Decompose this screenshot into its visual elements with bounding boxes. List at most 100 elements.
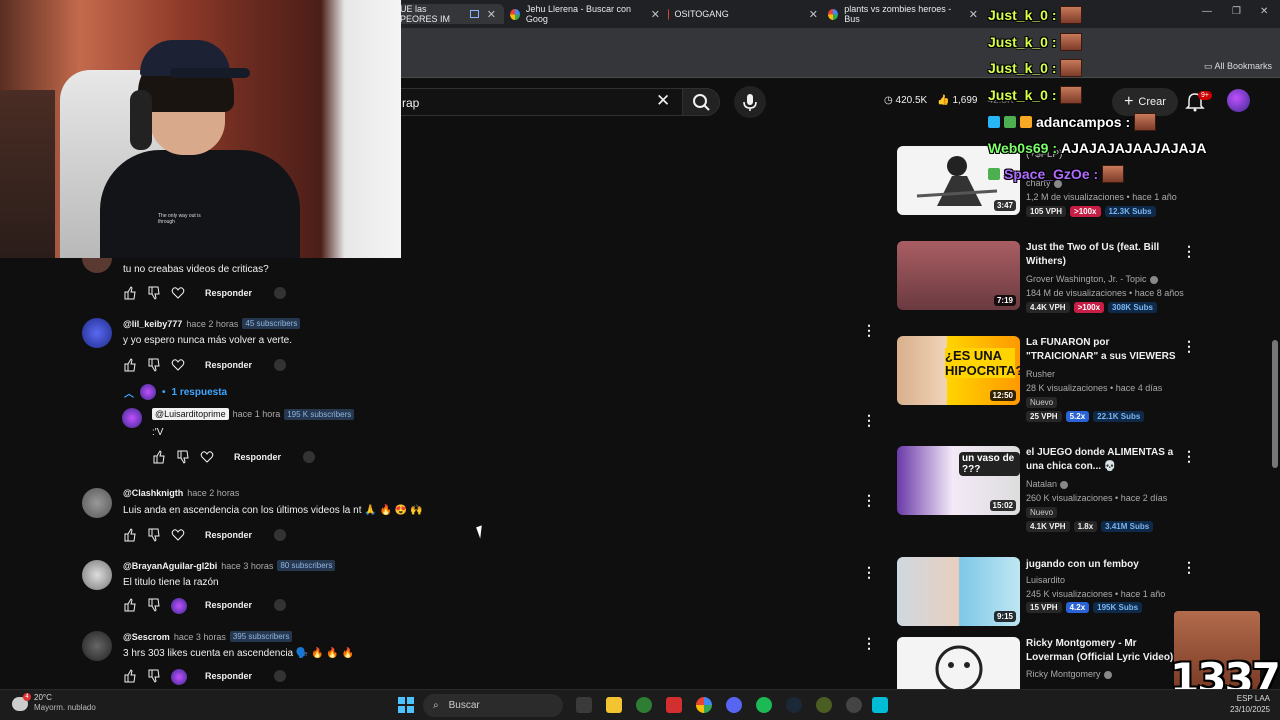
extension-icon[interactable]	[274, 287, 287, 299]
close-window-icon[interactable]: ✕	[1260, 6, 1268, 17]
video-thumbnail[interactable]: 7:19	[897, 241, 1020, 310]
maximize-icon[interactable]: ❐	[1232, 6, 1241, 17]
like-icon[interactable]	[123, 598, 147, 612]
reply-button[interactable]: Responder	[205, 671, 252, 681]
related-video[interactable]: 3:47 (+$FLP) charty 1,2 M de visualizaci…	[896, 146, 1196, 221]
tab-ositogang[interactable]: OSITOGANG ✕	[668, 4, 818, 24]
windows-start-icon[interactable]	[398, 697, 414, 713]
tab-google[interactable]: Jehu Llerena - Buscar con Goog ✕	[510, 4, 660, 24]
video-thumbnail[interactable]: un vaso de ??? 15:02	[897, 446, 1020, 515]
minimize-icon[interactable]: —	[1202, 6, 1212, 17]
spotify-icon[interactable]	[756, 697, 772, 713]
video-thumbnail[interactable]	[897, 637, 1020, 689]
system-tray[interactable]: ESP LAA 23/10/2025	[1230, 693, 1270, 715]
comment-author[interactable]: @BrayanAguilar-gl2bi	[123, 561, 217, 571]
video-channel[interactable]: Luisardito	[1026, 575, 1065, 585]
video-title[interactable]: Ricky Montgomery - Mr Loverman (Official…	[1026, 637, 1176, 665]
related-video[interactable]: Ricky Montgomery - Mr Loverman (Official…	[896, 637, 1196, 689]
dislike-icon[interactable]	[176, 450, 200, 464]
related-video[interactable]: un vaso de ??? 15:02 el JUEGO donde ALIM…	[896, 446, 1196, 532]
app-icon[interactable]	[872, 697, 888, 713]
video-channel[interactable]: Grover Washington, Jr. - Topic	[1026, 274, 1158, 284]
tab-plants[interactable]: plants vs zombies heroes - Bus ✕	[828, 4, 978, 24]
weather-widget[interactable]: 4 20°C Mayorm. nublado	[12, 693, 96, 713]
comment-menu-icon[interactable]: ⋮	[862, 322, 876, 339]
steam-icon[interactable]	[786, 697, 802, 713]
video-channel[interactable]: Ricky Montgomery	[1026, 669, 1112, 679]
video-thumbnail[interactable]: 9:15	[897, 557, 1020, 626]
extension-icon[interactable]	[303, 451, 316, 463]
file-explorer-icon[interactable]	[606, 697, 622, 713]
reply-button[interactable]: Responder	[205, 530, 252, 540]
taskbar-search[interactable]: ⌕ Buscar	[423, 694, 563, 717]
like-icon[interactable]	[123, 528, 147, 542]
video-menu-icon[interactable]: ⋮	[1182, 338, 1196, 355]
comment-menu-icon[interactable]: ⋮	[862, 412, 876, 429]
video-title[interactable]: La FUNARON por "TRAICIONAR" a sus VIEWER…	[1026, 336, 1176, 364]
close-tab-icon[interactable]: ✕	[487, 8, 496, 21]
comment-author[interactable]: @lil_keiby777	[123, 319, 182, 329]
related-video[interactable]: 9:15 jugando con un femboy Luisardito 24…	[896, 557, 1196, 632]
related-video[interactable]: ¿ES UNA HIPOCRITA? 12:50 La FUNARON por …	[896, 336, 1196, 422]
comment-menu-icon[interactable]: ⋮	[862, 492, 876, 509]
video-thumbnail[interactable]: ¿ES UNA HIPOCRITA? 12:50	[897, 336, 1020, 405]
clear-search-icon[interactable]: ✕	[656, 91, 670, 111]
account-avatar[interactable]	[1227, 89, 1250, 112]
extension-icon[interactable]	[274, 359, 287, 371]
task-view-icon[interactable]	[576, 697, 592, 713]
extension-icon[interactable]	[274, 599, 287, 611]
dislike-icon[interactable]	[147, 528, 171, 542]
video-title[interactable]: el JUEGO donde ALIMENTAS a una chica con…	[1026, 446, 1176, 474]
close-tab-icon[interactable]: ✕	[809, 8, 818, 21]
video-title[interactable]: Just the Two of Us (feat. Bill Withers)	[1026, 241, 1176, 269]
search-button[interactable]	[682, 88, 720, 116]
dislike-icon[interactable]	[147, 286, 171, 300]
heart-icon[interactable]	[200, 450, 224, 464]
dislike-icon[interactable]	[147, 669, 171, 683]
video-channel[interactable]: Natalan	[1026, 479, 1069, 489]
video-menu-icon[interactable]: ⋮	[1182, 559, 1196, 576]
comment-author[interactable]: @Sescrom	[123, 632, 170, 642]
dislike-icon[interactable]	[147, 358, 171, 372]
video-menu-icon[interactable]: ⋮	[1182, 448, 1196, 465]
reply-button[interactable]: Responder	[234, 452, 281, 462]
like-icon[interactable]	[152, 450, 176, 464]
video-channel[interactable]: Rusher	[1026, 369, 1055, 379]
close-tab-icon[interactable]: ✕	[969, 8, 978, 21]
heart-icon[interactable]	[171, 528, 195, 542]
like-icon[interactable]	[123, 358, 147, 372]
comment-author[interactable]: @Luisarditoprime	[152, 408, 229, 420]
app-icon[interactable]	[816, 697, 832, 713]
discord-icon[interactable]	[726, 697, 742, 713]
heart-icon[interactable]	[171, 358, 195, 372]
extension-icon[interactable]	[274, 529, 287, 541]
dislike-icon[interactable]	[147, 598, 171, 612]
like-icon[interactable]	[123, 286, 147, 300]
chrome-icon[interactable]	[696, 697, 712, 713]
comment-menu-icon[interactable]: ⋮	[862, 564, 876, 581]
app-icon[interactable]	[846, 697, 862, 713]
subs-tag: 12.3K Subs	[1104, 206, 1156, 217]
video-title[interactable]: jugando con un femboy	[1026, 558, 1176, 572]
comment-menu-icon[interactable]: ⋮	[862, 635, 876, 652]
close-tab-icon[interactable]: ✕	[651, 8, 660, 21]
reply-button[interactable]: Responder	[205, 360, 252, 370]
voice-search-button[interactable]	[734, 86, 766, 118]
create-button[interactable]: + Crear	[1112, 88, 1178, 116]
comment-author[interactable]: @Clashknigth	[123, 488, 183, 498]
reply-button[interactable]: Responder	[205, 288, 252, 298]
heart-icon[interactable]	[171, 286, 195, 300]
ratio-tag: 4.2x	[1065, 602, 1090, 613]
reply-button[interactable]: Responder	[205, 600, 252, 610]
replies-toggle[interactable]: ︿ • 1 respuesta	[124, 384, 227, 400]
video-menu-icon[interactable]: ⋮	[1182, 243, 1196, 260]
all-bookmarks[interactable]: ▭ All Bookmarks	[1204, 61, 1272, 72]
like-icon[interactable]	[123, 669, 147, 683]
tab-active[interactable]: UE las PEORES IM ✕	[392, 4, 504, 24]
search-input[interactable]: rap	[385, 88, 685, 116]
page-scrollbar[interactable]	[1272, 340, 1278, 468]
extension-icon[interactable]	[274, 670, 287, 682]
app-icon[interactable]	[666, 697, 682, 713]
related-video[interactable]: 7:19 Just the Two of Us (feat. Bill With…	[896, 241, 1196, 316]
xbox-icon[interactable]	[636, 697, 652, 713]
